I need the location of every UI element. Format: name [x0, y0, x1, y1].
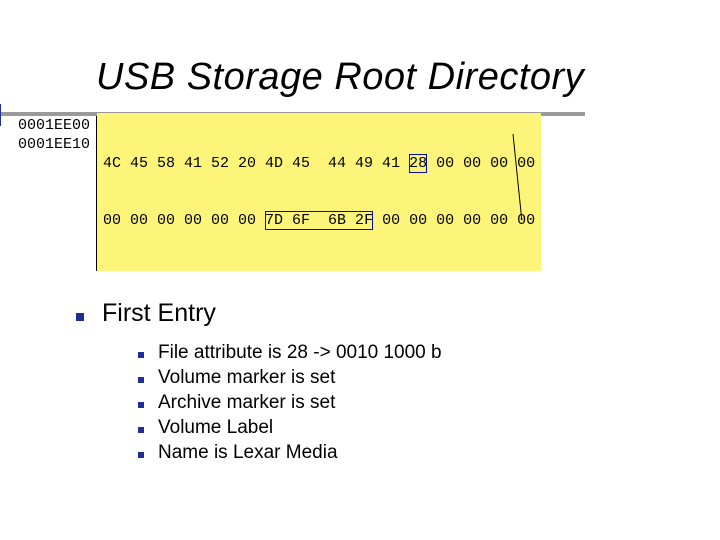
list-item-text: Archive marker is set	[158, 392, 335, 414]
list-level1-item: First Entry	[76, 299, 720, 328]
list-item: Name is Lexar Media	[138, 442, 720, 464]
hex-data-row: 4C 45 58 41 52 20 4D 45 44 49 41 28 00 0…	[103, 154, 535, 173]
list-item-text: File attribute is 28 -> 0010 1000 b	[158, 342, 442, 364]
list-item-text: Name is Lexar Media	[158, 442, 338, 464]
list-item: Volume Label	[138, 417, 720, 439]
hex-highlight-date: 7D 6F 6B 2F	[265, 211, 373, 230]
hex-address-row: 0001EE10	[18, 135, 90, 154]
hex-data: 4C 45 58 41 52 20 4D 45 44 49 41 28 00 0…	[97, 113, 541, 271]
square-bullet-icon	[138, 402, 144, 408]
hex-data-row: 00 00 00 00 00 00 7D 6F 6B 2F 00 00 00 0…	[103, 211, 535, 230]
hex-highlight-attribute: 28	[409, 154, 427, 173]
list-item-text: Volume marker is set	[158, 367, 335, 389]
slide: USB Storage Root Directory 0001EE00 0001…	[0, 0, 720, 540]
list-level2: File attribute is 28 -> 0010 1000 b Volu…	[138, 342, 720, 464]
content-list: First Entry File attribute is 28 -> 0010…	[76, 299, 720, 464]
square-bullet-icon	[76, 313, 84, 321]
slide-title: USB Storage Root Directory	[96, 56, 720, 99]
square-bullet-icon	[138, 452, 144, 458]
hex-bytes: 4C 45 58 41 52 20 4D 45 44 49 41	[103, 155, 409, 172]
hex-bytes: 00 00 00 00 00 00	[103, 212, 265, 229]
list-item: File attribute is 28 -> 0010 1000 b	[138, 342, 720, 364]
list-item-text: Volume Label	[158, 417, 273, 439]
hex-bytes: 00 00 00 00	[427, 155, 535, 172]
hex-addresses: 0001EE00 0001EE10	[14, 113, 97, 271]
list-level1-text: First Entry	[102, 299, 216, 328]
title-area: USB Storage Root Directory	[96, 56, 720, 99]
title-underline-blue	[0, 104, 1, 126]
square-bullet-icon	[138, 352, 144, 358]
list-item: Volume marker is set	[138, 367, 720, 389]
square-bullet-icon	[138, 427, 144, 433]
square-bullet-icon	[138, 377, 144, 383]
hex-address-row: 0001EE00	[18, 116, 90, 135]
hex-dump: 0001EE00 0001EE10 4C 45 58 41 52 20 4D 4…	[14, 113, 720, 271]
hex-bytes: 00 00 00 00 00 00	[373, 212, 535, 229]
list-item: Archive marker is set	[138, 392, 720, 414]
